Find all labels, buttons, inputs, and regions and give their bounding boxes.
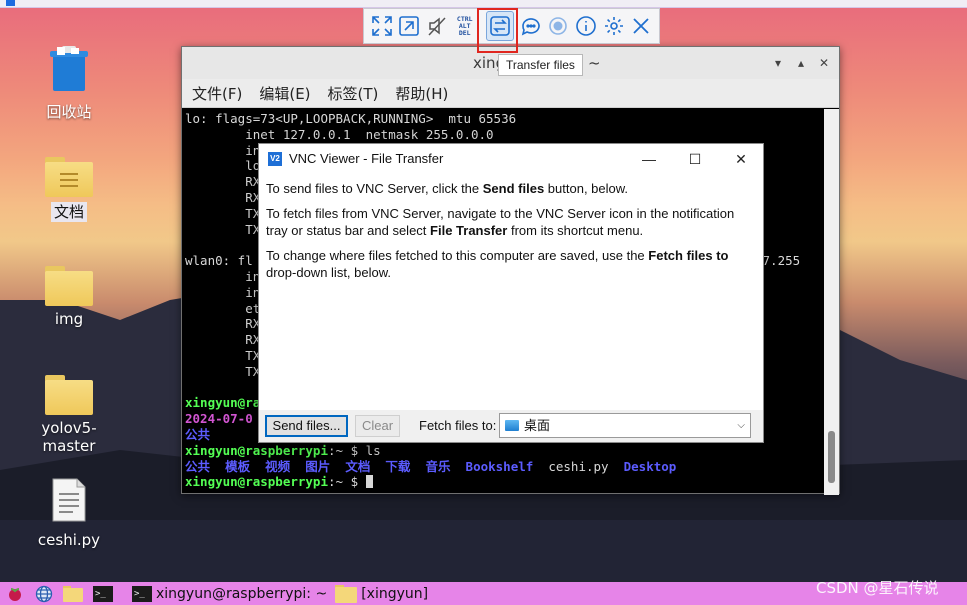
folder-icon [335,584,358,603]
fetch-files-value: 桌面 [524,418,551,433]
menu-help[interactable]: 帮助(H) [395,83,448,104]
terminal-prompt-line: xingyun@raspberrypi:~ $ [185,474,823,490]
vnc-logo-icon: V2 [268,152,282,166]
menu-tabs[interactable]: 标签(T) [328,83,379,104]
terminal-launcher-icon[interactable]: >_ [88,583,118,604]
minimize-icon[interactable]: ▾ [769,54,787,72]
desktop-icon-trash[interactable]: 回收站 [21,45,117,122]
fetch-files-label: Fetch files to: [419,418,497,433]
dialog-footer: Send files... Clear Fetch files to: 桌面 ⌵ [259,410,763,442]
tooltip: Transfer files [498,54,583,76]
cursor [365,475,373,489]
desktop-icon-label: img [54,310,84,328]
file-transfer-dialog[interactable]: V2 VNC Viewer - File Transfer — ☐ ✕ To s… [258,143,764,443]
menu-file[interactable]: 文件(F) [192,83,242,104]
instruction-send: To send files to VNC Server, click the S… [266,181,629,196]
record-icon[interactable] [544,11,572,41]
close-icon[interactable]: ✕ [815,54,833,72]
dialog-maximize-icon[interactable]: ☐ [672,144,718,174]
fetch-files-dropdown[interactable]: 桌面 ⌵ [499,413,751,438]
taskbar-folder-task[interactable]: [xingyun] [335,583,428,604]
taskbar-terminal-task[interactable]: >_ xingyun@raspberrypi: ~ [132,583,327,604]
file-icon [52,478,86,522]
dialog-titlebar[interactable]: V2 VNC Viewer - File Transfer — ☐ ✕ [259,144,763,174]
app-logo-icon [6,0,15,6]
instruction-fetch: To fetch files from VNC Server, navigate… [266,206,735,238]
dialog-title: VNC Viewer - File Transfer [289,151,444,166]
browser-icon[interactable] [30,583,58,604]
desktop-folder-icon [505,420,519,431]
maximize-icon[interactable]: ▴ [792,54,810,72]
ls-output: 公共 模板 视频 图片 文档 下载 音乐 Bookshelf ceshi.py … [185,458,677,474]
ctrl-alt-del-icon[interactable]: CTRL ALT DEL [451,11,479,41]
trash-icon [50,46,88,91]
desktop-icon-label: 回收站 [46,103,92,121]
terminal-scrollbar[interactable] [824,109,839,495]
watermark: CSDN @星石传说 [816,579,939,597]
folder-icon [45,375,93,415]
raspberry-menu-icon[interactable] [0,583,30,604]
terminal-icon: >_ [132,585,152,602]
top-strip [0,0,967,8]
desktop-icon-label: 文档 [50,202,87,222]
chat-icon[interactable] [517,11,545,41]
fullscreen-icon[interactable] [368,11,396,41]
terminal-prompt-line: xingyun@raspberrypi:~ $ ls [185,442,381,458]
desktop-icon-label: yolov5-master [41,419,97,455]
folder-icon [45,157,93,197]
clear-button[interactable]: Clear [355,415,400,437]
terminal-line: lo: flags=73<UP,LOOPBACK,RUNNING> mtu 65… [185,111,517,126]
desktop-icon-documents[interactable]: 文档 [21,157,117,222]
scale-icon[interactable] [396,11,424,41]
chevron-down-icon: ⌵ [737,420,745,431]
desktop-icon-label: ceshi.py [37,531,101,549]
desktop-icon-ceshi[interactable]: ceshi.py [21,477,117,549]
desktop-icon-yolov5[interactable]: yolov5-master [21,375,117,455]
menu-edit[interactable]: 编辑(E) [259,83,310,104]
folder-icon [45,266,93,306]
instruction-change-location: To change where files fetched to this co… [266,248,729,280]
mute-icon[interactable] [423,11,451,41]
send-files-button[interactable]: Send files... [265,415,348,437]
desktop-icon-img[interactable]: img [21,266,117,328]
info-icon[interactable] [572,11,600,41]
dialog-minimize-icon[interactable]: — [626,144,672,174]
settings-icon[interactable] [600,11,628,41]
dialog-instructions: To send files to VNC Server, click the S… [259,174,763,281]
terminal-menubar: 文件(F) 编辑(E) 标签(T) 帮助(H) [182,79,839,108]
dialog-close-icon[interactable]: ✕ [718,144,764,174]
file-manager-icon[interactable] [58,583,88,604]
terminal-title-suffix: ~ [588,54,601,72]
highlight-box [477,8,518,53]
close-icon[interactable] [627,11,655,41]
terminal-line: inet 127.0.0.1 netmask 255.0.0.0 [185,126,494,142]
